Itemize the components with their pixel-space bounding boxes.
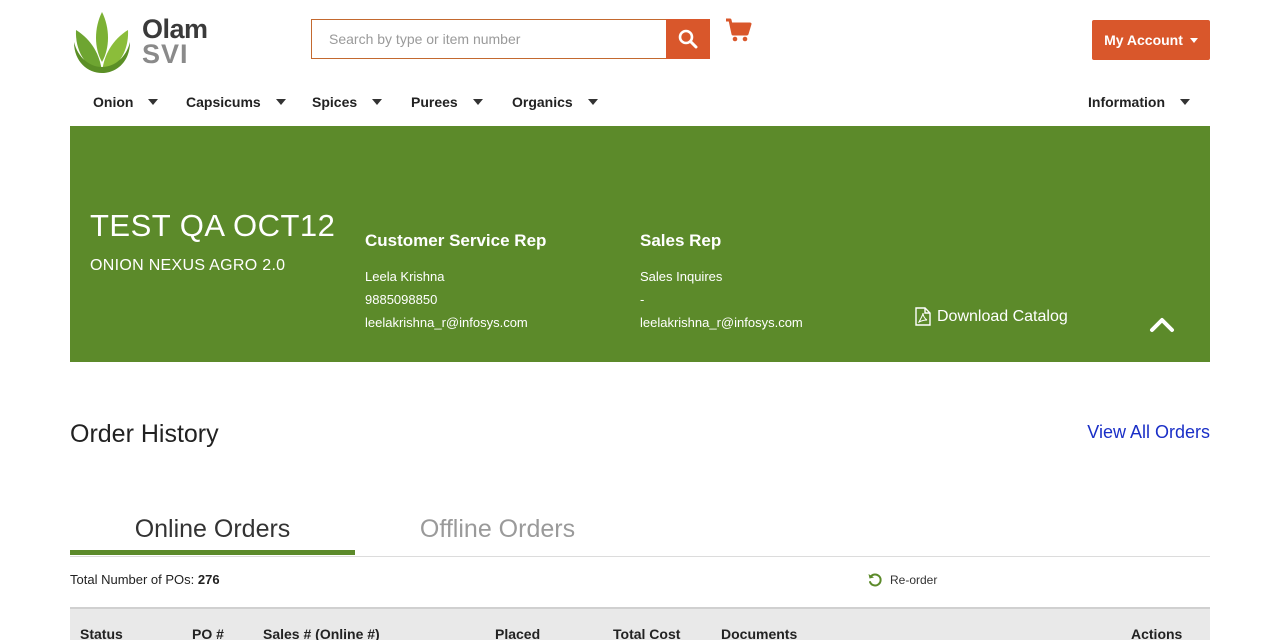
account-subtitle: ONION NEXUS AGRO 2.0: [90, 257, 286, 274]
cart-button[interactable]: [725, 17, 753, 45]
collapse-button[interactable]: [1148, 313, 1176, 335]
nav-item-label: Spices: [312, 94, 358, 110]
caret-down-icon: [472, 99, 483, 105]
my-account-button[interactable]: My Account: [1092, 20, 1210, 60]
nav-item-label: Capsicums: [186, 94, 261, 110]
column-header-total-cost[interactable]: Total Cost: [613, 626, 680, 640]
column-header-documents[interactable]: Documents: [721, 626, 797, 640]
search-bar: [311, 19, 710, 59]
caret-down-icon: [148, 99, 159, 105]
caret-down-icon: [1180, 99, 1190, 105]
csr-name: Leela Krishna: [365, 269, 445, 284]
tab-offline-orders[interactable]: Offline Orders: [355, 507, 640, 555]
nav-item-label: Purees: [411, 94, 458, 110]
download-catalog-link[interactable]: Download Catalog: [915, 307, 1068, 326]
csr-title: Customer Service Rep: [365, 231, 547, 250]
nav-item-label: Information: [1088, 94, 1165, 110]
column-header-sales[interactable]: Sales # (Online #): [263, 626, 380, 640]
search-icon: [678, 29, 698, 49]
column-header-status[interactable]: Status: [80, 626, 123, 640]
tab-divider: [70, 556, 1210, 557]
nav-item-purees[interactable]: Purees: [411, 92, 483, 112]
nav-item-label: Onion: [93, 94, 134, 110]
nav-item-capsicums[interactable]: Capsicums: [186, 92, 286, 112]
pdf-file-icon: [915, 307, 931, 326]
refresh-icon: [868, 573, 882, 587]
total-pos-value: 276: [197, 572, 220, 587]
caret-down-icon: [587, 99, 598, 105]
reorder-button[interactable]: Re-order: [867, 572, 937, 588]
caret-down-icon: [372, 99, 383, 105]
account-banner: TEST QA OCT12 ONION NEXUS AGRO 2.0 Custo…: [70, 126, 1210, 362]
caret-down-icon: [275, 99, 286, 105]
search-button[interactable]: [666, 19, 710, 59]
chevron-down-icon: [1189, 37, 1198, 43]
sales-rep-phone: -: [640, 292, 645, 307]
total-pos-label: Total Number of POs:: [70, 572, 195, 587]
nav-item-information[interactable]: Information: [1088, 92, 1190, 112]
csr-phone: 9885098850: [365, 292, 438, 307]
sales-rep-email: leelakrishna_r@infosys.com: [640, 315, 803, 330]
column-header-actions[interactable]: Actions: [1131, 626, 1182, 640]
brand-sub: SVI: [142, 39, 189, 69]
leaf-logo-icon: [74, 12, 130, 73]
my-account-label: My Account: [1104, 32, 1183, 48]
order-history-title: Order History: [70, 420, 219, 448]
orders-table-header: Status PO # Sales # (Online #) Placed To…: [70, 607, 1210, 640]
search-input[interactable]: [311, 19, 666, 59]
tab-online-orders[interactable]: Online Orders: [70, 507, 355, 555]
chevron-up-icon: [1150, 318, 1174, 332]
olam-svi-logo[interactable]: Olam SVI: [70, 10, 230, 74]
download-catalog-label: Download Catalog: [937, 307, 1068, 325]
sales-rep-title: Sales Rep: [640, 231, 722, 250]
account-name: TEST QA OCT12: [90, 208, 336, 243]
total-pos-count: Total Number of POs: 276: [70, 572, 220, 587]
column-header-placed[interactable]: Placed: [495, 626, 540, 640]
reorder-label: Re-order: [890, 573, 938, 587]
nav-item-onion[interactable]: Onion: [93, 92, 159, 112]
nav-item-organics[interactable]: Organics: [512, 92, 598, 112]
shopping-cart-icon: [726, 18, 752, 42]
nav-item-label: Organics: [512, 94, 573, 110]
view-all-orders-link[interactable]: View All Orders: [1087, 422, 1210, 443]
sales-rep-name: Sales Inquires: [640, 269, 723, 284]
column-header-po[interactable]: PO #: [192, 626, 224, 640]
csr-email: leelakrishna_r@infosys.com: [365, 315, 528, 330]
nav-item-spices[interactable]: Spices: [312, 92, 383, 112]
